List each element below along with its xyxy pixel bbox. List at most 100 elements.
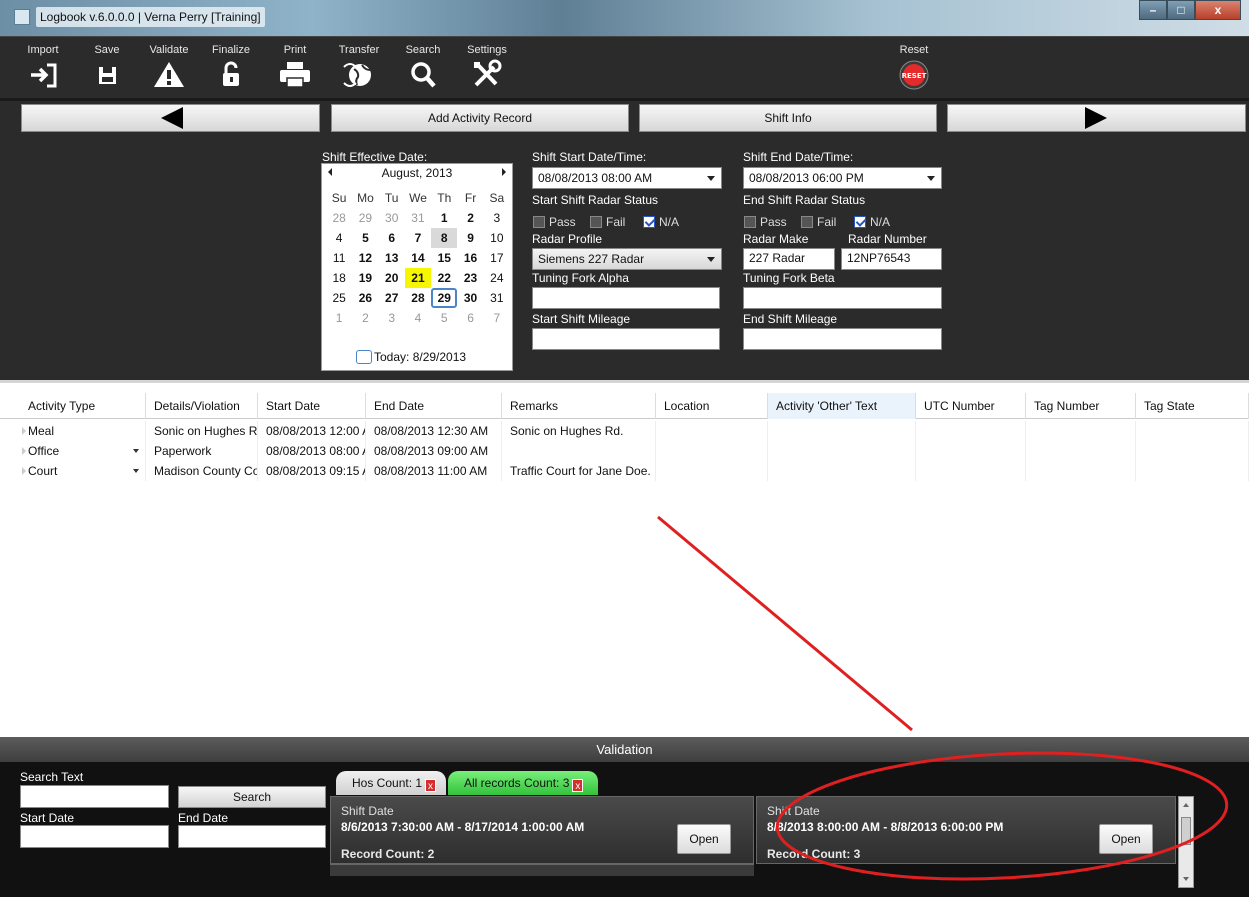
calendar-day[interactable]: 29 <box>431 288 458 308</box>
table-cell[interactable] <box>916 421 1026 441</box>
chevron-down-icon[interactable] <box>133 469 139 473</box>
table-cell[interactable] <box>1136 461 1249 481</box>
open-button[interactable]: Open <box>677 824 731 854</box>
save-button[interactable]: Save <box>84 43 130 89</box>
table-cell[interactable]: 08/08/2013 12:30 AM <box>366 421 502 441</box>
table-cell[interactable] <box>656 461 768 481</box>
calendar-day[interactable]: 2 <box>352 308 378 328</box>
column-header[interactable]: Remarks <box>502 393 656 419</box>
table-cell[interactable] <box>768 421 916 441</box>
calendar-day[interactable]: 7 <box>484 308 510 328</box>
column-header[interactable]: Details/Violation <box>146 393 258 419</box>
tuning-fork-beta-input[interactable] <box>743 287 942 309</box>
close-icon[interactable]: x <box>425 779 437 792</box>
start-pass-checkbox[interactable]: Pass <box>533 215 576 229</box>
shift-info-button[interactable]: Shift Info <box>639 104 937 132</box>
minimize-button[interactable]: – <box>1139 0 1167 20</box>
calendar-day[interactable]: 13 <box>379 248 405 268</box>
shift-effective-date-calendar[interactable]: August, 2013 Su Mo Tu We Th Fr Sa 28 29 30 31 1 2 3 4 5… <box>321 163 513 371</box>
column-header[interactable]: UTC Number <box>916 393 1026 419</box>
calendar-today-link[interactable]: Today: 8/29/2013 <box>356 350 466 364</box>
radar-profile-select[interactable]: Siemens 227 Radar <box>532 248 722 270</box>
calendar-day[interactable]: 8 <box>431 228 458 248</box>
table-cell[interactable] <box>768 461 916 481</box>
table-cell[interactable] <box>916 441 1026 461</box>
table-cell[interactable] <box>1026 461 1136 481</box>
cards-scrollbar[interactable] <box>1178 796 1194 888</box>
reset-button[interactable]: Reset RESET <box>888 43 940 91</box>
close-icon[interactable]: x <box>572 779 584 792</box>
calendar-day[interactable]: 21 <box>404 268 432 288</box>
tab-all-records-count[interactable]: All records Count: 3x <box>448 771 598 795</box>
tuning-fork-alpha-input[interactable] <box>532 287 720 309</box>
next-button[interactable] <box>947 104 1246 132</box>
start-na-checkbox[interactable]: N/A <box>643 215 679 229</box>
calendar-day[interactable]: 3 <box>379 308 405 328</box>
print-button[interactable]: Print <box>272 43 318 89</box>
calendar-day[interactable]: 18 <box>326 268 352 288</box>
table-row[interactable]: Court Madison County Court 08/08/2013 09:1… <box>0 461 1249 481</box>
calendar-day[interactable]: 17 <box>484 248 510 268</box>
calendar-next-month[interactable] <box>502 168 506 176</box>
calendar-day[interactable]: 25 <box>326 288 352 308</box>
calendar-day[interactable]: 27 <box>379 288 405 308</box>
maximize-button[interactable]: □ <box>1167 0 1195 20</box>
table-cell[interactable]: 08/08/2013 08:00 AM <box>258 441 366 461</box>
end-pass-checkbox[interactable]: Pass <box>744 215 787 229</box>
table-cell[interactable]: Sonic on Hughes Rd. <box>502 421 656 441</box>
calendar-day[interactable]: 4 <box>326 228 352 248</box>
previous-button[interactable] <box>21 104 320 132</box>
calendar-day[interactable]: 23 <box>457 268 483 288</box>
calendar-day[interactable]: 1 <box>326 308 352 328</box>
table-cell[interactable] <box>502 441 656 461</box>
column-header[interactable]: End Date <box>366 393 502 419</box>
validation-search-button[interactable]: Search <box>178 786 326 808</box>
calendar-day[interactable]: 3 <box>484 208 510 228</box>
table-cell[interactable] <box>1026 441 1136 461</box>
calendar-day[interactable]: 16 <box>457 248 483 268</box>
end-date-input[interactable] <box>178 825 326 848</box>
table-cell[interactable]: Paperwork <box>146 441 258 461</box>
calendar-day[interactable]: 14 <box>405 248 431 268</box>
calendar-day[interactable]: 24 <box>484 268 510 288</box>
radar-number-input[interactable]: 12NP76543 <box>841 248 942 270</box>
table-cell[interactable] <box>916 461 1026 481</box>
column-header[interactable]: Tag Number <box>1026 393 1136 419</box>
close-button[interactable]: x <box>1195 0 1241 20</box>
calendar-day[interactable]: 2 <box>457 208 483 228</box>
table-cell[interactable]: 08/08/2013 09:00 AM <box>366 441 502 461</box>
search-button[interactable]: Search <box>400 43 446 89</box>
calendar-day[interactable]: 7 <box>405 228 431 248</box>
tab-hos-count[interactable]: Hos Count: 1x <box>336 771 446 795</box>
calendar-day[interactable]: 20 <box>379 268 405 288</box>
add-activity-record-button[interactable]: Add Activity Record <box>331 104 629 132</box>
column-header[interactable]: Tag State <box>1136 393 1249 419</box>
calendar-day[interactable]: 1 <box>431 208 457 228</box>
chevron-down-icon[interactable] <box>133 449 139 453</box>
table-cell[interactable] <box>656 441 768 461</box>
calendar-day[interactable]: 30 <box>379 208 405 228</box>
table-cell[interactable] <box>1136 421 1249 441</box>
calendar-day[interactable]: 5 <box>431 308 457 328</box>
table-row[interactable]: Office Paperwork 08/08/2013 08:00 AM 08/08/… <box>0 441 1249 461</box>
validate-button[interactable]: Validate <box>146 43 192 89</box>
settings-button[interactable]: Settings <box>464 43 510 89</box>
table-cell[interactable] <box>656 421 768 441</box>
table-cell[interactable]: 08/08/2013 12:00 AM <box>258 421 366 441</box>
scroll-up-icon[interactable] <box>1183 803 1189 807</box>
start-date-input[interactable] <box>20 825 169 848</box>
table-cell[interactable]: Traffic Court for Jane Doe. <box>502 461 656 481</box>
calendar-day[interactable]: 6 <box>379 228 405 248</box>
calendar-day[interactable]: 12 <box>352 248 378 268</box>
table-cell[interactable]: Madison County Court <box>146 461 258 481</box>
calendar-day[interactable]: 6 <box>457 308 483 328</box>
import-button[interactable]: Import <box>20 43 66 89</box>
table-cell[interactable] <box>1136 441 1249 461</box>
calendar-day[interactable]: 10 <box>484 228 510 248</box>
scroll-thumb[interactable] <box>1181 817 1191 845</box>
open-button[interactable]: Open <box>1099 824 1153 854</box>
calendar-day[interactable]: 30 <box>457 288 483 308</box>
search-text-input[interactable] <box>20 785 169 808</box>
start-shift-mileage-input[interactable] <box>532 328 720 350</box>
calendar-day[interactable]: 9 <box>457 228 483 248</box>
